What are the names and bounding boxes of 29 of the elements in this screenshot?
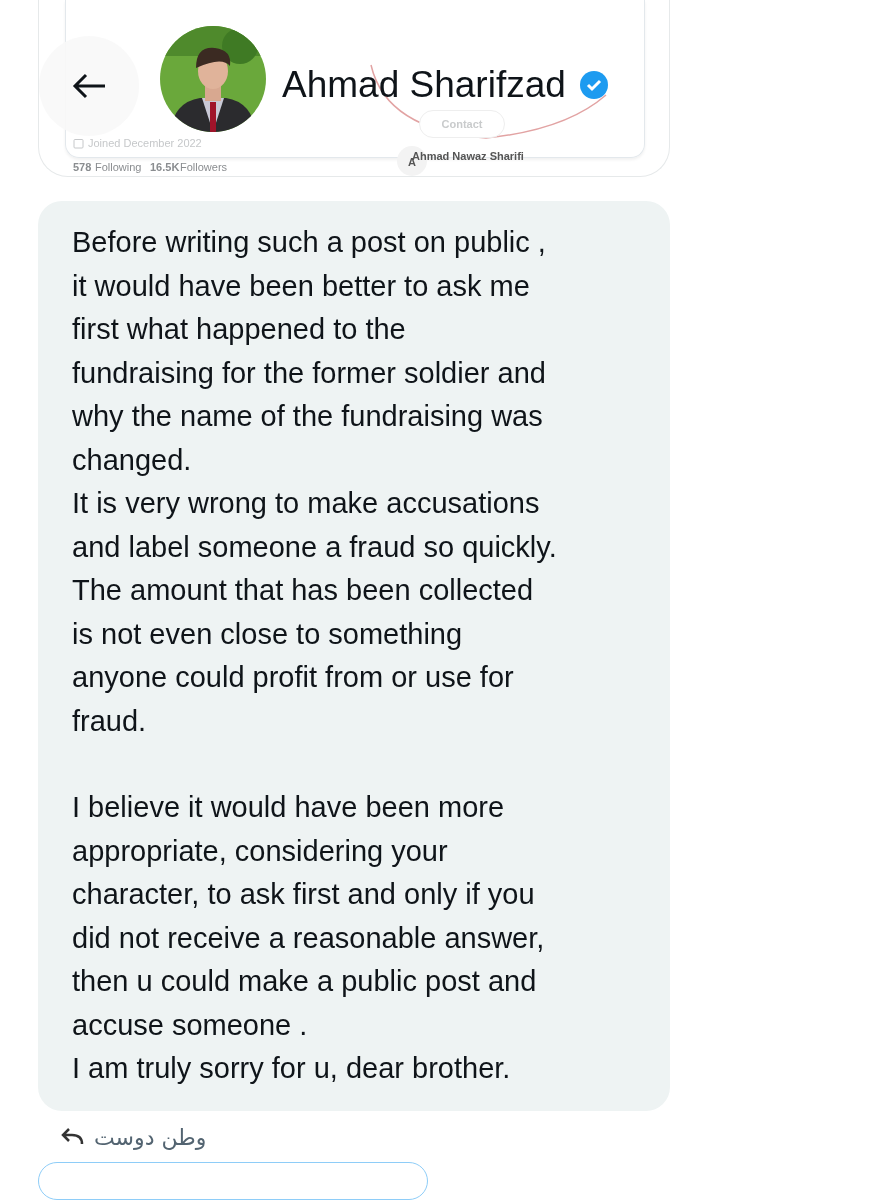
message-line: Before writing such a post on public , [72, 225, 547, 261]
message-line: accuse someone . [72, 1007, 309, 1043]
message-line: It is very wrong to make accusations [72, 486, 541, 522]
reply-arrow-icon [60, 1128, 84, 1147]
message-line: fundraising for the former soldier and [72, 355, 547, 391]
message-line: anyone could profit from or use for [72, 660, 515, 696]
reply-author: وطن دوست [94, 1124, 207, 1150]
message-line: is not even close to something [72, 616, 464, 652]
message-line: changed. [72, 442, 193, 478]
message-line: then u could make a public post and [72, 964, 538, 1000]
message-line: why the name of the fundraising was [72, 399, 544, 435]
message-line: I am truly sorry for u, dear brother. [72, 1051, 512, 1087]
calendar-icon [73, 138, 84, 149]
following-label: Following [95, 161, 142, 173]
followers-count: 16.5K [150, 161, 180, 173]
message-line: did not receive a reasonable answer, [72, 920, 546, 956]
message-line: first what happened to the [72, 312, 407, 348]
joined-date: Joined December 2022 [88, 137, 202, 149]
followers-label: Followers [180, 161, 228, 173]
message-line: The amount that has been collected [72, 573, 535, 609]
message-line: and label someone a fraud so quickly. [72, 529, 558, 565]
message-line: I believe it would have been more [72, 790, 506, 826]
message-line: character, to ask first and only if you [72, 877, 536, 913]
profile-name: Ahmad Sharifzad [282, 64, 566, 106]
message-line: it would have been better to ask me [72, 268, 531, 304]
back-arrow-icon [71, 72, 107, 100]
message-line: fraud. [72, 703, 148, 739]
message-line: appropriate, considering your [72, 833, 449, 869]
following-count: 578 [73, 161, 92, 173]
